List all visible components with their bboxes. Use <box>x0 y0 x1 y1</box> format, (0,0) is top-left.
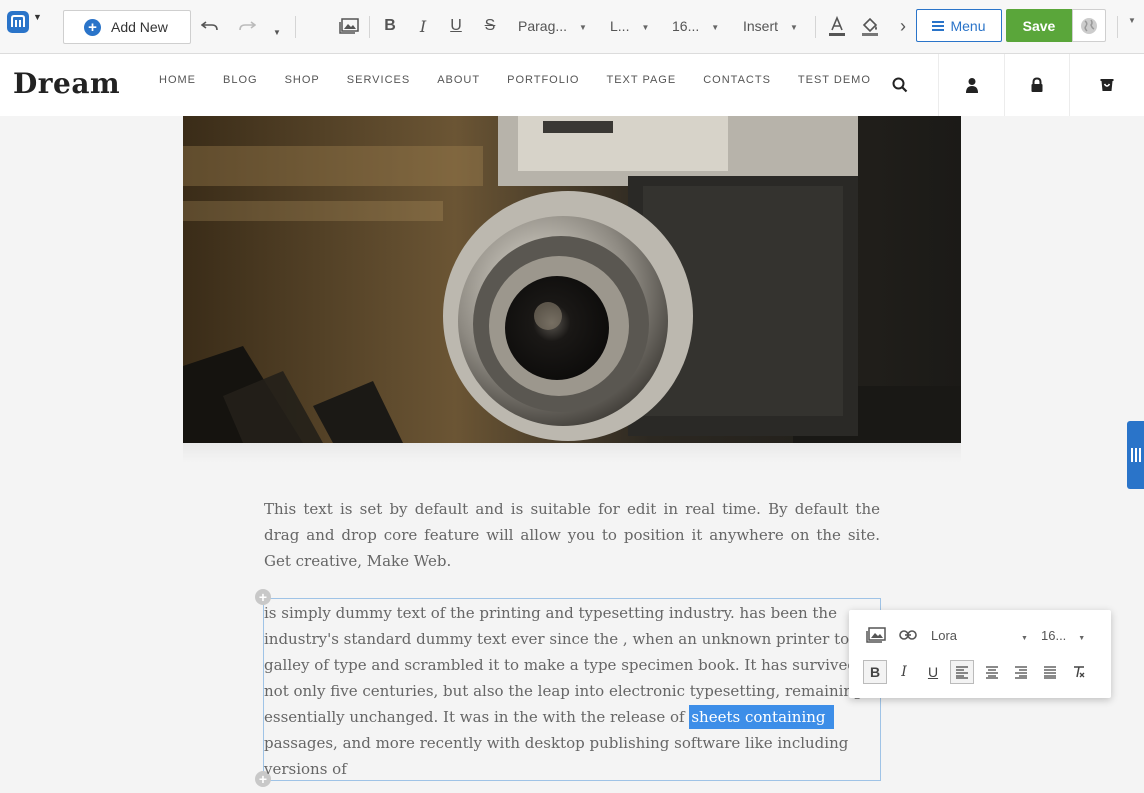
clear-format-icon[interactable] <box>1067 660 1091 684</box>
divider <box>295 16 296 38</box>
save-label: Save <box>1022 17 1056 34</box>
history-dropdown-caret[interactable]: ▼ <box>270 20 284 44</box>
divider <box>815 16 816 38</box>
italic-icon[interactable]: I <box>892 660 916 684</box>
add-new-button[interactable]: + Add New <box>63 10 191 44</box>
plus-icon: + <box>84 18 101 36</box>
image-icon[interactable] <box>865 624 887 646</box>
nav-shop[interactable]: SHOP <box>285 74 320 86</box>
logo-icon[interactable] <box>6 10 30 34</box>
menu-button[interactable]: Menu <box>916 9 1002 42</box>
bold-icon[interactable]: B <box>863 660 887 684</box>
nav-text-page[interactable]: TEXT PAGE <box>606 74 676 86</box>
align-justify-icon[interactable] <box>1038 660 1062 684</box>
align-center-icon[interactable] <box>980 660 1004 684</box>
hero-image[interactable] <box>183 116 961 443</box>
chevron-right-icon[interactable]: › <box>895 14 911 38</box>
bold-icon[interactable]: B <box>381 14 399 38</box>
nav-about[interactable]: ABOUT <box>437 74 480 86</box>
publish-globe-button[interactable] <box>1072 9 1106 42</box>
lock-icon[interactable] <box>1004 54 1070 116</box>
undo-icon[interactable] <box>200 14 220 38</box>
nav-blog[interactable]: BLOG <box>223 74 258 86</box>
inline-format-toolbar: Lora ▼ 16... ▼ B I U <box>849 610 1111 698</box>
divider <box>369 16 370 38</box>
inline-size-select[interactable]: 16... ▼ <box>1041 628 1085 643</box>
font-color-icon[interactable] <box>826 14 848 38</box>
nav-contacts[interactable]: CONTACTS <box>703 74 771 86</box>
link-icon[interactable] <box>897 624 919 646</box>
hero-shadow <box>183 443 961 463</box>
user-icon[interactable] <box>939 54 1005 116</box>
align-right-icon[interactable] <box>1009 660 1033 684</box>
search-icon[interactable] <box>867 54 933 116</box>
nav-portfolio[interactable]: PORTFOLIO <box>507 74 579 86</box>
options-caret[interactable]: ▼ <box>1128 16 1136 25</box>
insert-select[interactable]: Insert ▼ <box>743 18 798 34</box>
fill-color-icon[interactable] <box>859 14 881 38</box>
nav-services[interactable]: SERVICES <box>347 74 410 86</box>
camera-photo <box>183 116 961 443</box>
site-logo[interactable]: Dream <box>13 67 120 100</box>
underline-icon[interactable]: U <box>921 660 945 684</box>
italic-icon[interactable]: I <box>414 14 432 38</box>
divider <box>1069 54 1070 116</box>
side-panel-handle[interactable] <box>1127 421 1144 489</box>
image-icon[interactable] <box>338 14 360 38</box>
font-size-select[interactable]: 16... ▼ <box>672 18 719 34</box>
underline-icon[interactable]: U <box>447 14 465 38</box>
inline-font-select[interactable]: Lora ▼ <box>931 628 1028 643</box>
add-new-label: Add New <box>111 19 168 35</box>
editor-toolbar: ▼ + Add New ▼ B I U S Parag... ▼ L... ▼ 16… <box>0 0 1144 54</box>
divider <box>1117 16 1118 38</box>
nav-home[interactable]: HOME <box>159 74 196 86</box>
redo-icon[interactable] <box>237 14 257 38</box>
logo-menu-caret[interactable]: ▼ <box>33 12 42 22</box>
nav-test-demo[interactable]: TEST DEMO <box>798 74 871 86</box>
align-left-icon[interactable] <box>950 660 974 684</box>
selected-text[interactable]: sheets containing <box>689 705 834 729</box>
menu-label: Menu <box>950 17 986 34</box>
strikethrough-icon[interactable]: S <box>481 14 499 38</box>
editable-paragraph[interactable]: is simply dummy text of the printing and… <box>264 600 884 782</box>
hamburger-icon <box>932 19 945 33</box>
paragraph-select[interactable]: Parag... ▼ <box>518 18 587 34</box>
save-button[interactable]: Save <box>1006 9 1072 42</box>
font-select[interactable]: L... ▼ <box>610 18 649 34</box>
site-header: Dream HOME BLOG SHOP SERVICES ABOUT PORT… <box>0 54 1144 116</box>
paragraph-text-after: passages, and more recently with desktop… <box>264 734 849 778</box>
globe-icon <box>1081 17 1097 34</box>
main-nav: HOME BLOG SHOP SERVICES ABOUT PORTFOLIO … <box>159 74 898 86</box>
cart-icon[interactable] <box>1074 54 1140 116</box>
intro-paragraph[interactable]: This text is set by default and is suita… <box>264 496 880 574</box>
